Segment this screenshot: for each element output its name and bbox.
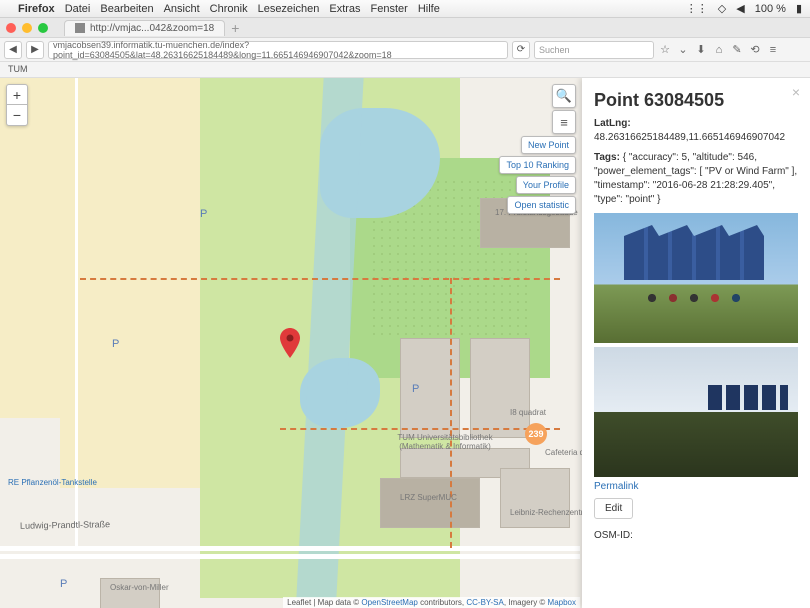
menu-datei[interactable]: Datei (65, 3, 91, 15)
menu-extras[interactable]: Extras (329, 3, 360, 15)
point-photo-1[interactable] (594, 213, 798, 343)
menu-ansicht[interactable]: Ansicht (164, 3, 200, 15)
download-icon[interactable]: ⬇ (694, 43, 708, 57)
menu-chronik[interactable]: Chronik (210, 3, 248, 15)
profile-button[interactable]: Your Profile (516, 176, 576, 194)
back-button[interactable]: ◀ (4, 41, 22, 59)
osmid-field: OSM-ID: (594, 529, 798, 543)
mapbox-link[interactable]: Mapbox (548, 598, 576, 607)
window-maximize-button[interactable] (38, 23, 48, 33)
browser-tab[interactable]: http://vmjac...042&zoom=18 (64, 20, 225, 36)
map-layers-button[interactable]: ≡ (552, 110, 576, 134)
window-titlebar: http://vmjac...042&zoom=18 + (0, 18, 810, 38)
search-input[interactable]: Suchen (534, 41, 654, 59)
map-label-oskar: Oskar-von-Miller (110, 583, 169, 592)
window-close-button[interactable] (6, 23, 16, 33)
volume-icon[interactable]: ◀ (736, 2, 744, 15)
macos-menubar: Firefox Datei Bearbeiten Ansicht Chronik… (0, 0, 810, 18)
reload-button[interactable]: ⟳ (512, 41, 530, 59)
sync-icon[interactable]: ⟲ (748, 43, 762, 57)
window-minimize-button[interactable] (22, 23, 32, 33)
url-text: vmjacobsen39.informatik.tu-muenchen.de/i… (53, 40, 503, 60)
parking-4: P (60, 578, 67, 590)
map-controls: 🔍 ≡ New Point Top 10 Ranking Your Profil… (499, 84, 576, 214)
latlng-field: LatLng: 48.26316625184489,11.66514694690… (594, 117, 798, 145)
osm-link[interactable]: OpenStreetMap (361, 598, 417, 607)
star-icon[interactable]: ☆ (658, 43, 672, 57)
edit-button[interactable]: Edit (594, 498, 633, 519)
wifi-signal-icon[interactable]: ◇ (718, 2, 726, 15)
zoom-in-button[interactable]: + (7, 85, 27, 105)
panel-close-button[interactable]: × (792, 84, 800, 100)
menu-lesezeichen[interactable]: Lesezeichen (258, 3, 320, 15)
zoom-control: + − (6, 84, 28, 126)
url-input[interactable]: vmjacobsen39.informatik.tu-muenchen.de/i… (48, 41, 508, 59)
menu-bearbeiten[interactable]: Bearbeiten (100, 3, 153, 15)
map-label-lrz: LRZ SuperMUC (400, 493, 457, 502)
search-placeholder: Suchen (539, 45, 570, 55)
home-icon[interactable]: ⌂ (712, 43, 726, 57)
parking-3: P (412, 383, 419, 395)
statistic-button[interactable]: Open statistic (507, 196, 576, 214)
point-photo-2[interactable] (594, 347, 798, 477)
map-marker[interactable] (280, 328, 300, 361)
new-point-button[interactable]: New Point (521, 136, 576, 154)
hamburger-icon[interactable]: ≡ (766, 43, 780, 57)
pocket-icon[interactable]: ⌄ (676, 43, 690, 57)
menu-fenster[interactable]: Fenster (371, 3, 408, 15)
map-label-re: RE Pflanzenöl-Tankstelle (8, 478, 97, 487)
panel-title: Point 63084505 (594, 90, 798, 111)
cc-link[interactable]: CC-BY-SA (466, 598, 504, 607)
map-viewport[interactable]: RE Pflanzenöl-Tankstelle 17. Prüfstandsg… (0, 78, 810, 608)
zoom-out-button[interactable]: − (7, 105, 27, 125)
street-label-ludwig: Ludwig-Prandtl-Straße (20, 519, 110, 531)
top10-button[interactable]: Top 10 Ranking (499, 156, 576, 174)
tab-title: http://vmjac...042&zoom=18 (90, 23, 214, 34)
permalink-link[interactable]: Permalink (594, 481, 638, 492)
forward-button[interactable]: ▶ (26, 41, 44, 59)
new-tab-button[interactable]: + (231, 20, 239, 36)
map-label-tub: TUM Universitätsbibliothek (Mathematik &… (395, 433, 495, 451)
map-attribution: Leaflet | Map data © OpenStreetMap contr… (283, 597, 580, 608)
app-name[interactable]: Firefox (18, 3, 55, 15)
map-label-quad: I8 quadrat (510, 408, 546, 417)
battery-percent: 100 % (755, 3, 786, 15)
map-cluster[interactable]: 239 (525, 423, 547, 445)
browser-toolbar: ◀ ▶ vmjacobsen39.informatik.tu-muenchen.… (0, 38, 810, 62)
map-search-button[interactable]: 🔍 (552, 84, 576, 108)
tags-field: Tags: { "accuracy": 5, "altitude": 546, … (594, 151, 798, 207)
bookmark-bar: TUM (0, 62, 810, 78)
favicon-icon (75, 23, 85, 33)
menu-hilfe[interactable]: Hilfe (418, 3, 440, 15)
point-info-panel: × Point 63084505 LatLng: 48.263166251844… (582, 78, 810, 608)
wifi-icon[interactable]: ⋮⋮ (686, 2, 708, 15)
battery-icon[interactable]: ▮ (796, 2, 802, 15)
share-icon[interactable]: ✎ (730, 43, 744, 57)
bookmark-tum[interactable]: TUM (8, 64, 28, 74)
parking-1: P (200, 208, 207, 220)
parking-2: P (112, 338, 119, 350)
